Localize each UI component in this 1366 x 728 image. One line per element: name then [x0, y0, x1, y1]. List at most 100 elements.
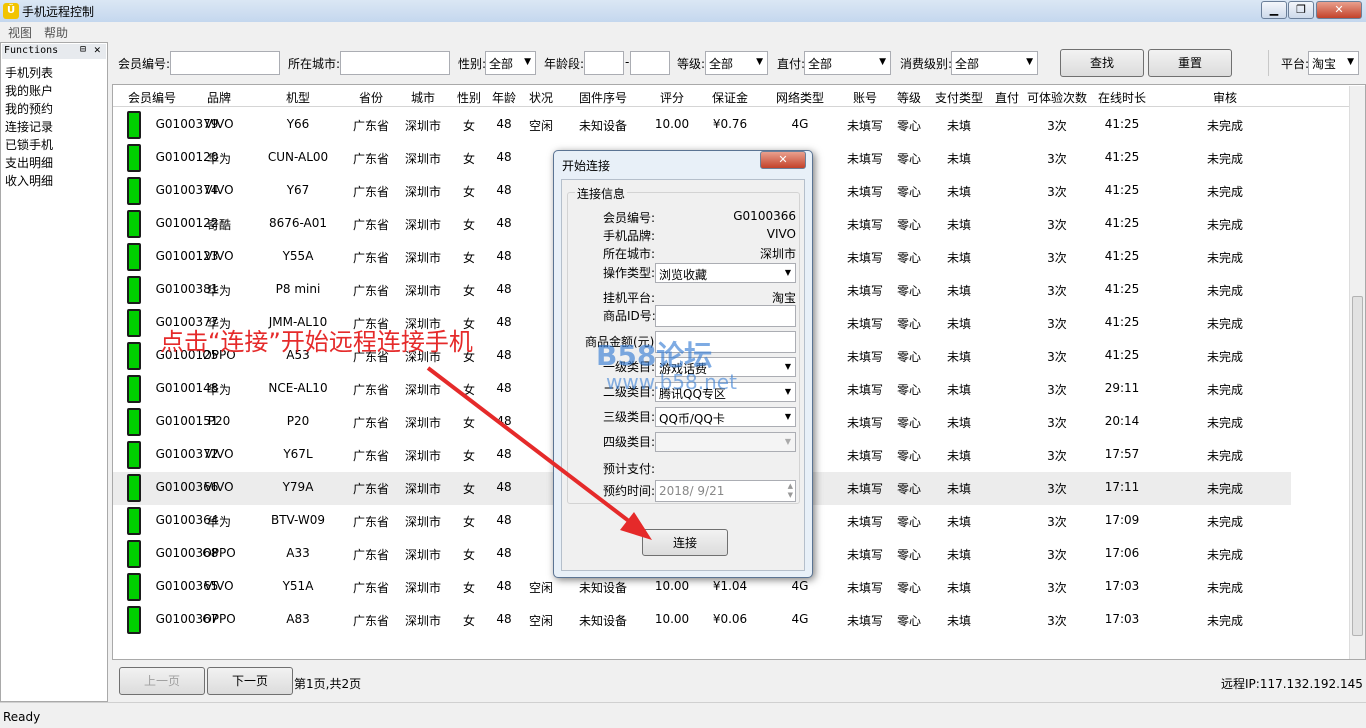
- chevron-down-icon: ▼: [879, 57, 886, 67]
- table-cell: 未填: [946, 218, 971, 232]
- table-cell: 未填写: [846, 185, 883, 199]
- column-header[interactable]: 账号: [839, 89, 891, 106]
- table-cell: 3次: [1047, 185, 1067, 199]
- dlg-brand-label: 手机品牌:: [603, 229, 656, 243]
- table-cell: 广东省: [352, 383, 389, 397]
- menu-view[interactable]: 视图: [8, 24, 32, 41]
- column-header[interactable]: 评分: [645, 89, 699, 106]
- minimize-button[interactable]: ▁: [1261, 1, 1287, 19]
- phone-icon: [127, 210, 141, 238]
- table-cell: 华为: [206, 284, 231, 298]
- gender-value: 全部: [489, 57, 514, 71]
- table-cell: 未完成: [1206, 119, 1243, 133]
- table-cell: NCE-AL10: [268, 381, 328, 395]
- table-cell: P8 mini: [275, 282, 321, 296]
- column-header[interactable]: 品牌: [189, 89, 249, 106]
- table-cell: 未填: [946, 251, 971, 265]
- table-cell: 未填写: [846, 581, 883, 595]
- column-header[interactable]: 机型: [249, 89, 347, 106]
- table-cell: 深圳市: [404, 152, 441, 166]
- page-info: 第1页,共2页: [294, 677, 362, 691]
- maximize-button[interactable]: ❐: [1288, 1, 1314, 19]
- operation-type-select[interactable]: 浏览收藏 ▼: [655, 263, 796, 283]
- table-cell: 未填: [946, 614, 971, 628]
- prev-page-button[interactable]: 上一页: [119, 667, 205, 695]
- table-cell: 未填: [946, 548, 971, 562]
- table-cell: Y79A: [282, 480, 314, 494]
- table-cell: 未填: [946, 482, 971, 496]
- table-row[interactable]: G0100379 VIVO Y66 广东省 深圳市女 48 空闲 未知设备 10.00 ¥0.76…: [113, 109, 1293, 142]
- product-id-input[interactable]: [655, 305, 796, 327]
- dlg-platform-value: 淘宝: [771, 291, 796, 305]
- table-cell: 未完成: [1206, 317, 1243, 331]
- column-header[interactable]: 省份: [347, 89, 395, 106]
- column-header[interactable]: 状况: [521, 89, 561, 106]
- city-input[interactable]: [340, 51, 450, 75]
- sidebar-item-expenses[interactable]: 支出明细: [5, 154, 53, 171]
- table-cell: 零心: [896, 218, 921, 232]
- member-id-input[interactable]: [170, 51, 280, 75]
- table-cell: 3次: [1047, 119, 1067, 133]
- direct-pay-select[interactable]: 全部 ▼: [804, 51, 891, 75]
- table-cell: 广东省: [352, 548, 389, 562]
- platform-value: 淘宝: [1312, 57, 1337, 71]
- column-header[interactable]: 年龄: [487, 89, 521, 106]
- column-header[interactable]: 在线时长: [1091, 89, 1153, 106]
- search-button[interactable]: 查找: [1060, 49, 1144, 77]
- sidebar-item-income[interactable]: 收入明细: [5, 172, 53, 189]
- table-row[interactable]: G0100367 OPPO A83 广东省 深圳市女 48 空闲 未知设备 10.00 ¥0.06…: [113, 604, 1293, 637]
- column-header[interactable]: 城市: [395, 89, 451, 106]
- table-cell: 4G: [791, 612, 809, 626]
- level-select[interactable]: 全部 ▼: [705, 51, 768, 75]
- table-cell: 未知设备: [578, 581, 627, 595]
- column-header[interactable]: 审核: [1153, 89, 1297, 106]
- sidebar-item-phone-list[interactable]: 手机列表: [5, 64, 53, 81]
- reset-button[interactable]: 重置: [1148, 49, 1232, 77]
- column-header[interactable]: 固件序号: [561, 89, 645, 106]
- phone-icon: [127, 441, 141, 469]
- phone-icon: [127, 144, 141, 172]
- table-cell: 深圳市: [404, 218, 441, 232]
- column-header[interactable]: 等级: [891, 89, 927, 106]
- column-header[interactable]: 性别: [451, 89, 487, 106]
- table-cell: VIVO: [204, 480, 234, 494]
- table-cell: 未完成: [1206, 515, 1243, 529]
- close-button[interactable]: ✕: [1316, 1, 1362, 19]
- close-panel-icon[interactable]: ✕: [94, 43, 101, 56]
- next-page-button[interactable]: 下一页: [207, 667, 293, 695]
- column-header[interactable]: 保证金: [699, 89, 761, 106]
- sidebar-item-reservations[interactable]: 我的预约: [5, 100, 53, 117]
- scrollbar-thumb[interactable]: [1352, 296, 1363, 636]
- sidebar-item-locked-phones[interactable]: 已锁手机: [5, 136, 53, 153]
- table-cell: 未填写: [846, 515, 883, 529]
- chevron-down-icon: ▼: [784, 268, 791, 277]
- table-cell: 广东省: [352, 614, 389, 628]
- title-bar: Ü 手机远程控制 ▁ ❐ ✕: [0, 0, 1366, 22]
- table-cell: 41:25: [1104, 183, 1140, 197]
- table-cell: 广东省: [352, 284, 389, 298]
- platform-label: 平台:: [1281, 57, 1310, 71]
- sidebar-item-connection-log[interactable]: 连接记录: [5, 118, 53, 135]
- table-cell: 3次: [1047, 317, 1067, 331]
- pagination-bar: 上一页 下一页 第1页,共2页 远程IP:117.132.192.145: [112, 660, 1366, 702]
- spinner-icon[interactable]: ▲ ▼: [788, 482, 793, 500]
- consume-level-select[interactable]: 全部 ▼: [951, 51, 1038, 75]
- dlg-member-label: 会员编号:: [603, 211, 656, 225]
- vertical-scrollbar[interactable]: [1349, 86, 1365, 659]
- age-to-input[interactable]: [630, 51, 670, 75]
- table-cell: VIVO: [204, 249, 234, 263]
- gender-select[interactable]: 全部 ▼: [485, 51, 536, 75]
- sidebar-item-account[interactable]: 我的账户: [5, 82, 53, 99]
- platform-select[interactable]: 淘宝 ▼: [1308, 51, 1359, 75]
- age-from-input[interactable]: [584, 51, 624, 75]
- column-header[interactable]: 支付类型: [927, 89, 991, 106]
- column-header[interactable]: 会员编号: [115, 89, 189, 106]
- dialog-close-button[interactable]: ✕: [760, 151, 806, 169]
- column-header[interactable]: 直付: [991, 89, 1023, 106]
- pin-icon[interactable]: ⊟: [80, 44, 86, 55]
- column-header[interactable]: 网络类型: [761, 89, 839, 106]
- phone-icon: [127, 243, 141, 271]
- menu-help[interactable]: 帮助: [44, 24, 68, 41]
- filter-toolbar: 会员编号: 所在城市: 性别: 全部 ▼ 年龄段: - 等级: 全部 ▼ 直付: 全…: [112, 42, 1366, 84]
- column-header[interactable]: 可体验次数: [1023, 89, 1091, 106]
